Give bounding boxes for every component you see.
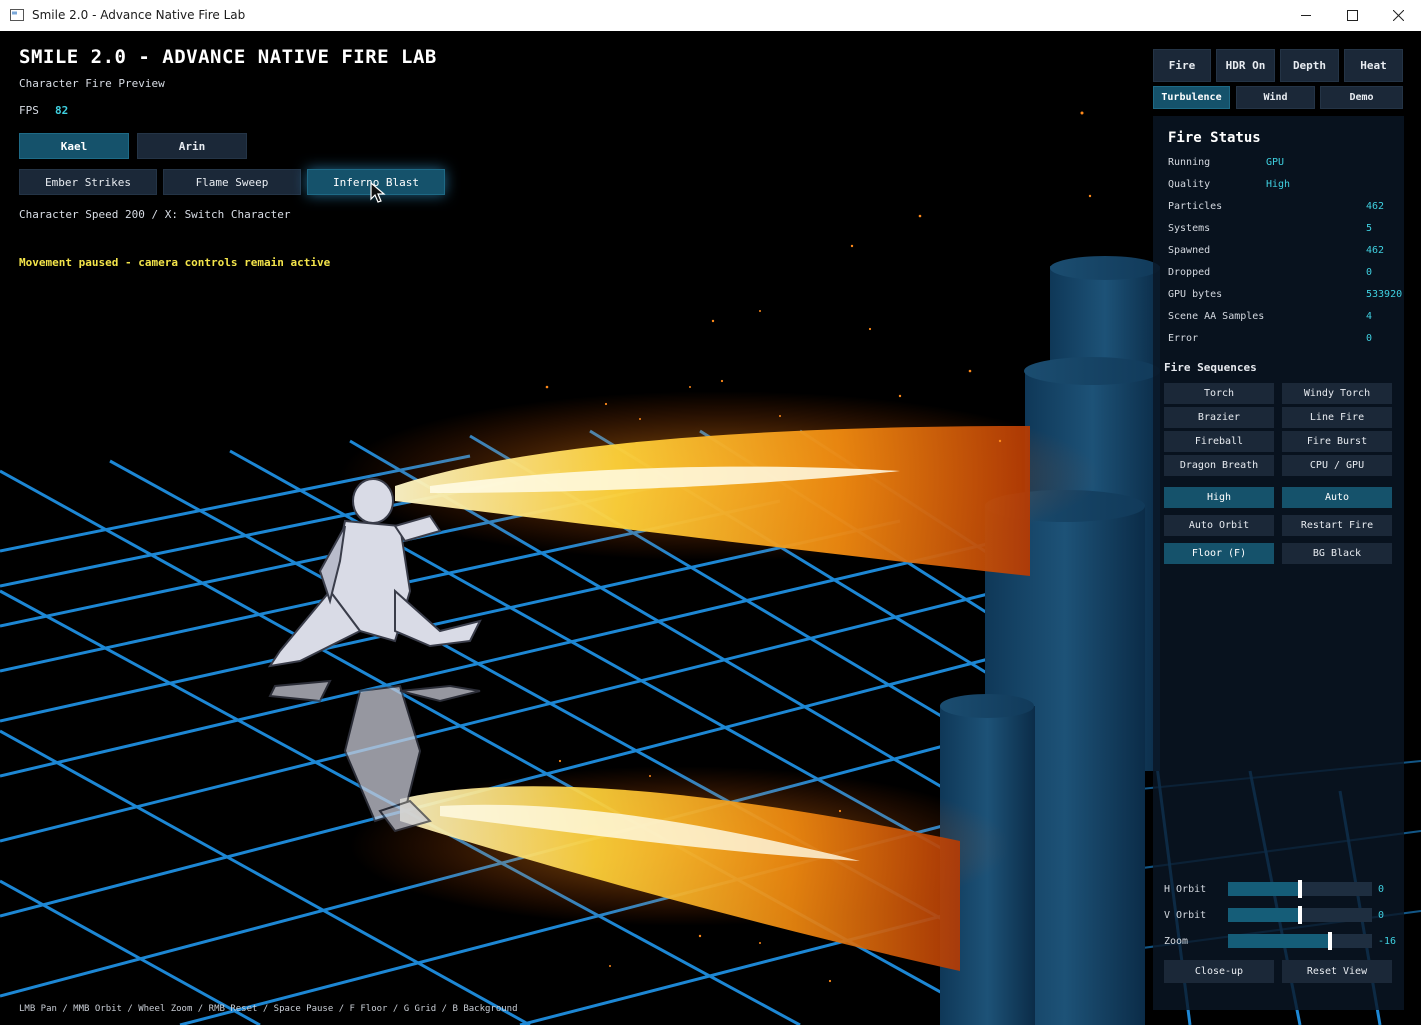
zoom-thumb[interactable] (1328, 932, 1333, 950)
fps-value: 82 (55, 104, 69, 117)
quality-label: Quality (1168, 179, 1211, 190)
stat-label: Systems (1168, 223, 1211, 234)
controls-hint: LMB Pan / MMB Orbit / Wheel Zoom / RMB R… (19, 1004, 518, 1014)
stat-value: 0 (1366, 333, 1373, 344)
running-label: Running (1168, 157, 1211, 168)
zoom-fill (1228, 934, 1331, 948)
close-icon (1392, 10, 1404, 21)
movement-notice: Movement paused - camera controls remain… (19, 256, 331, 269)
sequence-windy-torch-button[interactable]: Windy Torch (1282, 383, 1392, 404)
sequence-cpu-gpu-button[interactable]: CPU / GPU (1282, 455, 1392, 476)
toolbar-demo-button[interactable]: Demo (1320, 86, 1403, 109)
flame-upper (340, 391, 1100, 576)
maximize-button[interactable] (1329, 0, 1375, 31)
background-toggle-button[interactable]: BG Black (1282, 543, 1392, 564)
toolbar-hdr-button[interactable]: HDR On (1216, 49, 1275, 82)
stat-label: Dropped (1168, 267, 1211, 278)
toolbar-depth-button[interactable]: Depth (1280, 49, 1339, 82)
flame-lower (350, 766, 1010, 971)
stat-label: GPU bytes (1168, 289, 1223, 300)
v-orbit-label: V Orbit (1164, 910, 1207, 921)
sequence-line-fire-button[interactable]: Line Fire (1282, 407, 1392, 428)
zoom-slider[interactable] (1228, 932, 1372, 950)
sequence-torch-button[interactable]: Torch (1164, 383, 1274, 404)
scene-pillars (940, 256, 1160, 1025)
reset-view-button[interactable]: Reset View (1282, 960, 1392, 983)
toolbar-turbulence-button[interactable]: Turbulence (1153, 86, 1230, 109)
hud-title: SMILE 2.0 - ADVANCE NATIVE FIRE LAB (19, 46, 437, 68)
fire-sequences-title: Fire Sequences (1164, 361, 1257, 374)
character-button-kael[interactable]: Kael (19, 133, 129, 159)
character-speed-text: Character Speed 200 / X: Switch Characte… (19, 208, 291, 221)
sequence-brazier-button[interactable]: Brazier (1164, 407, 1274, 428)
toolbar-heat-button[interactable]: Heat (1344, 49, 1403, 82)
sequence-fireball-button[interactable]: Fireball (1164, 431, 1274, 452)
stat-label: Particles (1168, 201, 1223, 212)
running-value: GPU (1266, 157, 1285, 168)
stat-value: 5 (1366, 223, 1373, 234)
toolbar-wind-button[interactable]: Wind (1236, 86, 1315, 109)
character-button-arin[interactable]: Arin (137, 133, 247, 159)
close-button[interactable] (1375, 0, 1421, 31)
h-orbit-fill (1228, 882, 1300, 896)
attack-button-ember-strikes[interactable]: Ember Strikes (19, 169, 157, 195)
window-titlebar: Smile 2.0 - Advance Native Fire Lab (0, 0, 1421, 32)
attack-button-flame-sweep[interactable]: Flame Sweep (163, 169, 301, 195)
stat-label: Spawned (1168, 245, 1211, 256)
h-orbit-label: H Orbit (1164, 884, 1207, 895)
quality-high-button[interactable]: High (1164, 487, 1274, 508)
restart-fire-button[interactable]: Restart Fire (1282, 515, 1392, 536)
h-orbit-slider[interactable] (1228, 880, 1372, 898)
stat-label: Scene AA Samples (1168, 311, 1265, 322)
floor-toggle-button[interactable]: Floor (F) (1164, 543, 1274, 564)
stat-value: 4 (1366, 311, 1373, 322)
v-orbit-value: 0 (1378, 910, 1385, 921)
v-orbit-thumb[interactable] (1298, 906, 1302, 924)
app-icon (10, 9, 24, 21)
stat-value: 533920 (1366, 289, 1403, 300)
v-orbit-fill (1228, 908, 1300, 922)
fps-label: FPS (19, 104, 39, 117)
stat-label: Error (1168, 333, 1199, 344)
window-title: Smile 2.0 - Advance Native Fire Lab (32, 8, 246, 22)
stat-value: 462 (1366, 245, 1385, 256)
zoom-label: Zoom (1164, 936, 1189, 947)
sequence-fire-burst-button[interactable]: Fire Burst (1282, 431, 1392, 452)
closeup-button[interactable]: Close-up (1164, 960, 1274, 983)
minimize-button[interactable] (1283, 0, 1329, 31)
minimize-icon (1300, 15, 1311, 16)
h-orbit-thumb[interactable] (1298, 880, 1302, 898)
zoom-value: -16 (1378, 936, 1397, 947)
fire-status-title: Fire Status (1168, 130, 1261, 146)
maximize-icon (1346, 10, 1358, 21)
stat-value: 462 (1366, 201, 1385, 212)
mode-auto-button[interactable]: Auto (1282, 487, 1392, 508)
toolbar-fire-button[interactable]: Fire (1153, 49, 1211, 82)
hud-subtitle: Character Fire Preview (19, 77, 165, 90)
v-orbit-slider[interactable] (1228, 906, 1372, 924)
h-orbit-value: 0 (1378, 884, 1385, 895)
auto-orbit-button[interactable]: Auto Orbit (1164, 515, 1274, 536)
quality-value: High (1266, 179, 1291, 190)
sequence-dragon-breath-button[interactable]: Dragon Breath (1164, 455, 1274, 476)
stat-value: 0 (1366, 267, 1373, 278)
cursor-icon (370, 182, 386, 203)
